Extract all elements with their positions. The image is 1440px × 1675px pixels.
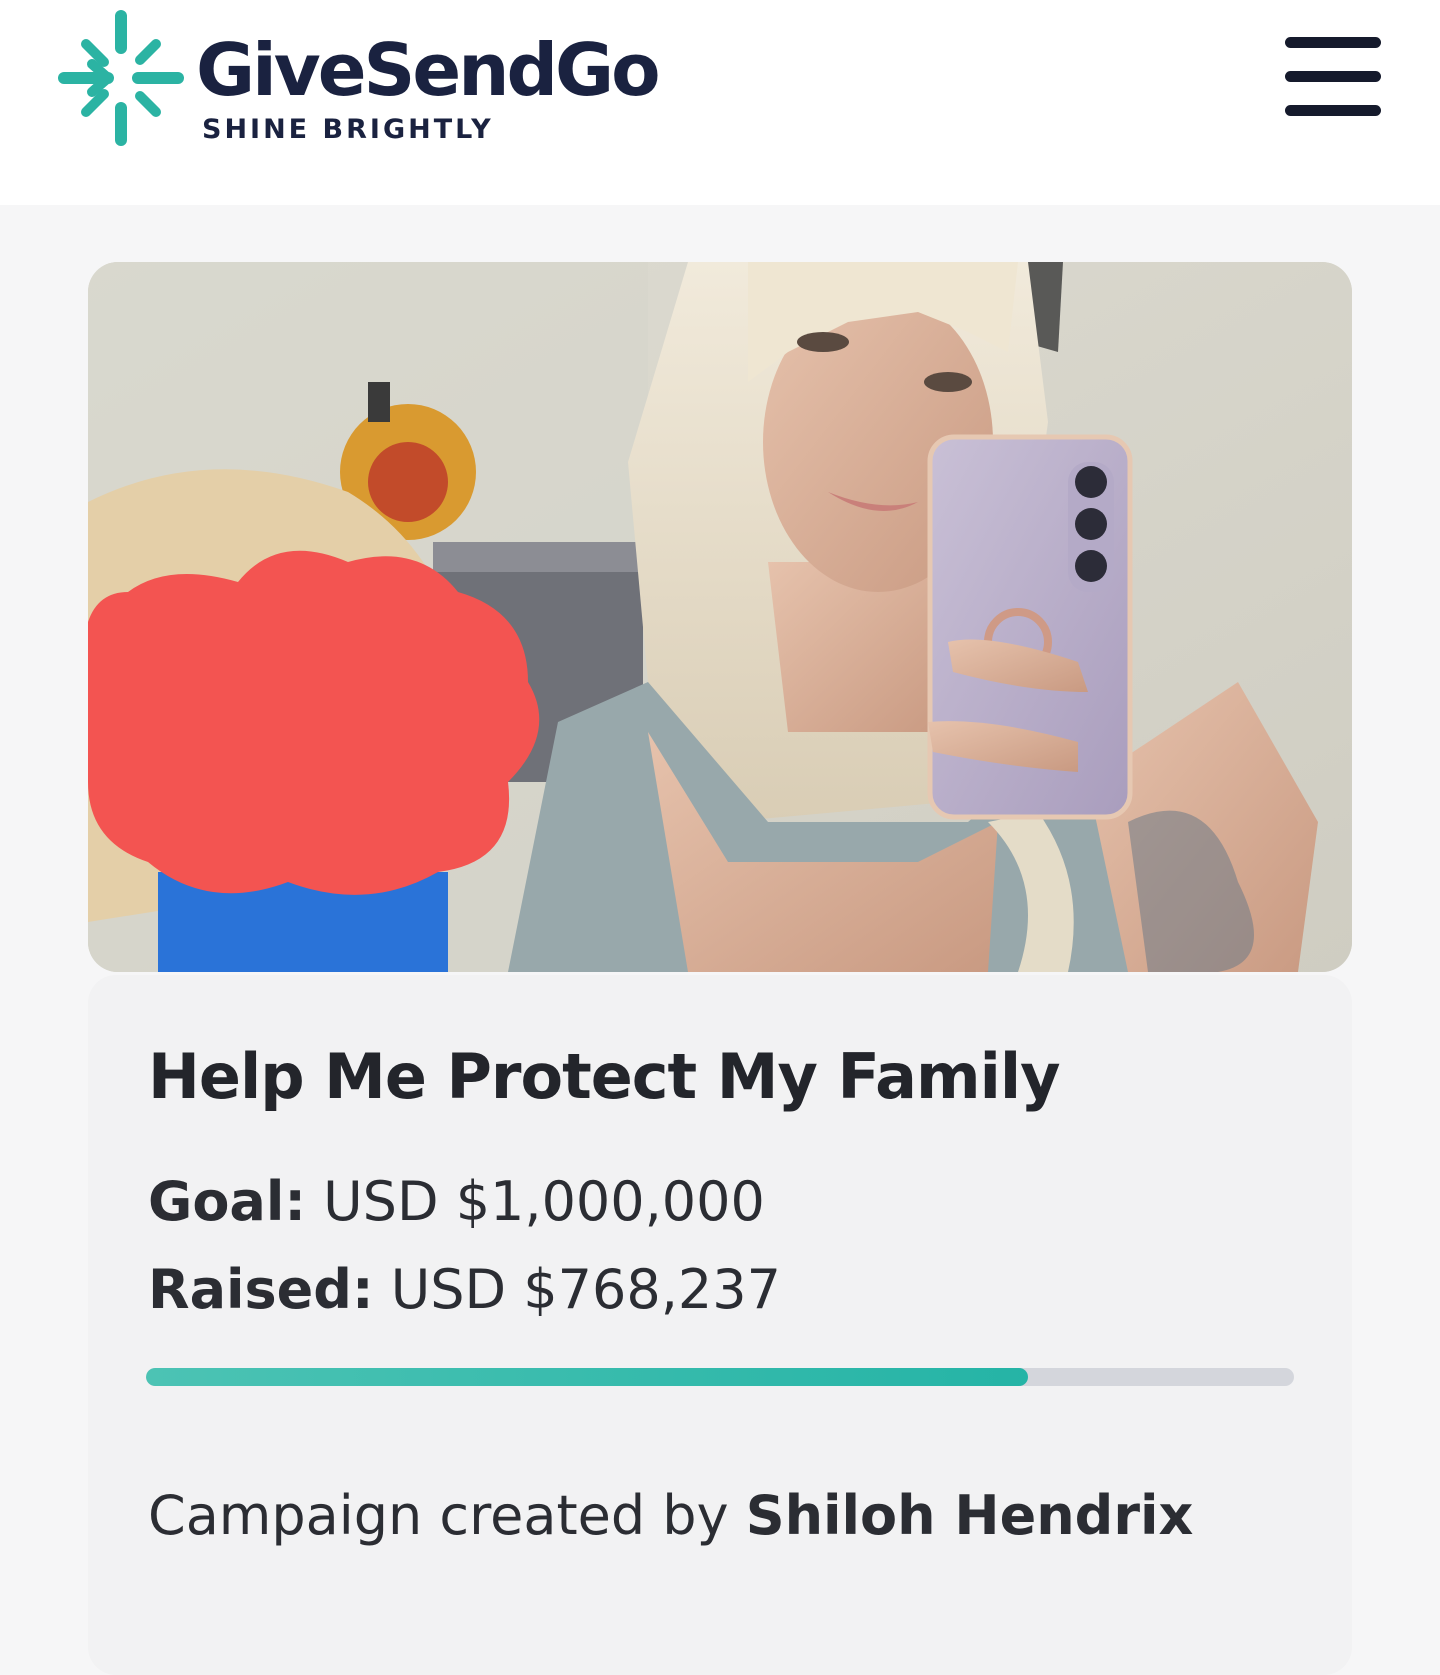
raised-label: Raised:	[148, 1258, 374, 1321]
funding-progress-fill	[146, 1368, 1028, 1386]
funding-progress-bar	[146, 1368, 1294, 1386]
goal-value: USD $1,000,000	[323, 1170, 765, 1233]
hero-photo	[88, 262, 1352, 972]
site-header: GiveSendGo SHINE BRIGHTLY	[0, 0, 1440, 205]
brand-tagline: SHINE BRIGHTLY	[202, 114, 494, 145]
creator-prefix: Campaign created by	[148, 1484, 729, 1547]
campaign-title[interactable]: Help Me Protect My Family	[148, 1040, 1061, 1113]
raised-line: Raised: USD $768,237	[148, 1258, 781, 1321]
goal-line: Goal: USD $1,000,000	[148, 1170, 765, 1233]
hamburger-menu-icon[interactable]	[1283, 32, 1383, 122]
creator-name[interactable]: Shiloh Hendrix	[746, 1484, 1194, 1547]
goal-label: Goal:	[148, 1170, 306, 1233]
brand-logo[interactable]: GiveSendGo SHINE BRIGHTLY	[56, 8, 716, 158]
campaign-creator: Campaign created by Shiloh Hendrix	[148, 1484, 1193, 1547]
raised-value: USD $768,237	[390, 1258, 781, 1321]
brand-name: GiveSendGo	[196, 28, 661, 112]
burst-logo-icon	[58, 10, 184, 146]
campaign-hero-image	[88, 262, 1352, 972]
